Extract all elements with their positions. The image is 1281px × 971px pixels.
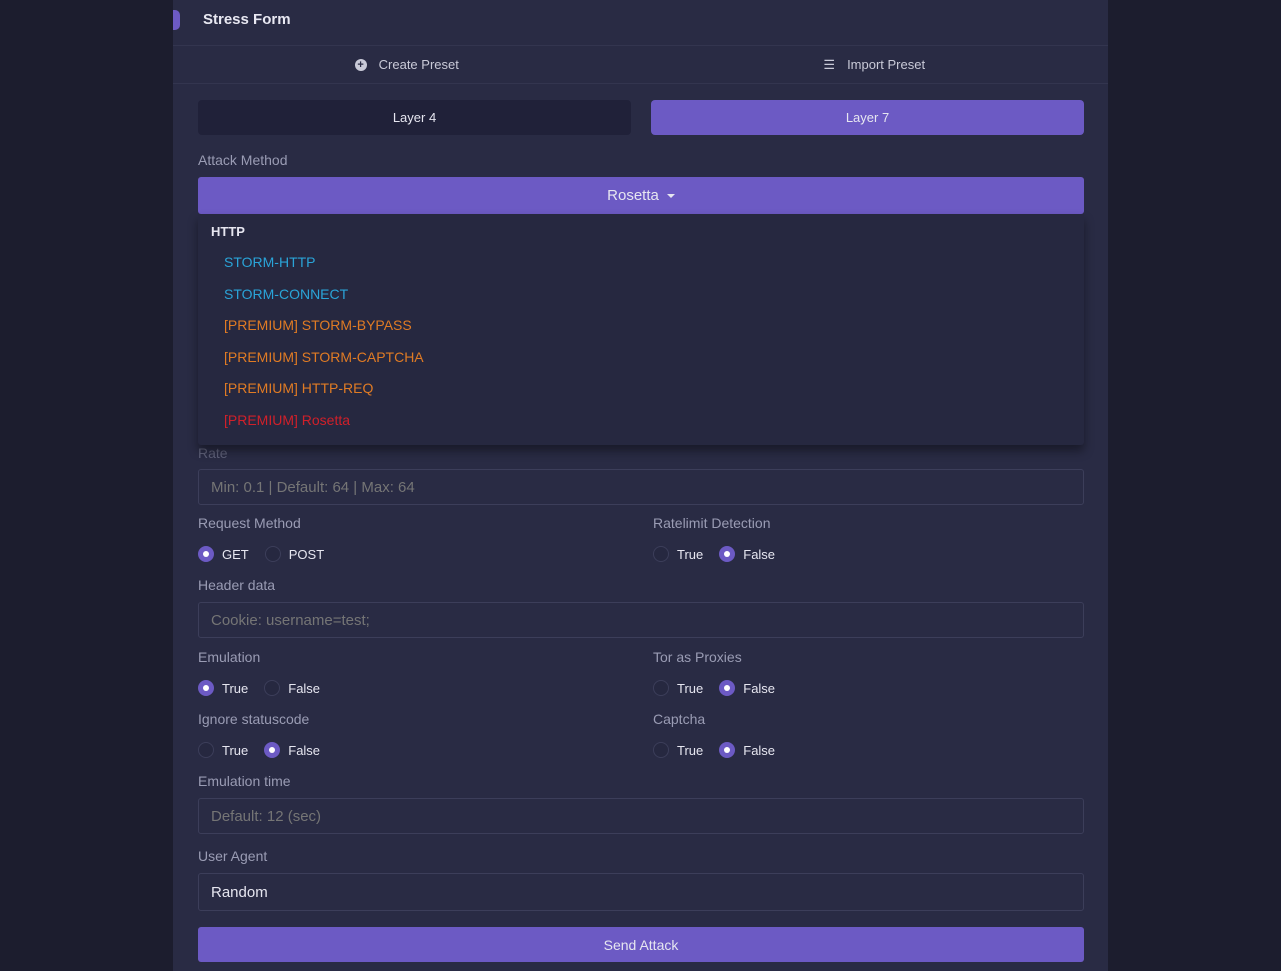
header-data-label: Header data	[198, 577, 276, 593]
radio-ratelimit-true[interactable]: True	[653, 546, 703, 562]
request-method-label: Request Method	[198, 515, 301, 531]
emulation-time-label: Emulation time	[198, 773, 291, 789]
radio-tor-true[interactable]: True	[653, 680, 703, 696]
emulation-time-input[interactable]	[198, 798, 1084, 834]
tab-layer-4[interactable]: Layer 4	[198, 100, 631, 135]
radio-ignore-true[interactable]: True	[198, 742, 248, 758]
radio-ratelimit-false[interactable]: False	[719, 546, 775, 562]
dropdown-option[interactable]: [PREMIUM] Rosetta	[224, 412, 350, 428]
user-agent-select[interactable]: Random	[198, 873, 1084, 911]
dropdown-option[interactable]: [PREMIUM] HTTP-REQ	[224, 380, 373, 396]
emulation-label: Emulation	[198, 649, 261, 665]
captcha-label: Captcha	[653, 711, 706, 727]
page-title: Stress Form	[203, 11, 291, 28]
ratelimit-label: Ratelimit Detection	[653, 515, 771, 531]
radio-ignore-false[interactable]: False	[264, 742, 320, 758]
dropdown-option[interactable]: STORM-HTTP	[224, 254, 316, 270]
rate-label: Rate	[198, 445, 228, 461]
tor-label: Tor as Proxies	[653, 649, 742, 665]
radio-emulation-false[interactable]: False	[264, 680, 320, 696]
radio-emulation-true[interactable]: True	[198, 680, 248, 696]
tab-layer-7[interactable]: Layer 7	[651, 100, 1084, 135]
attack-method-label: Attack Method	[198, 152, 288, 168]
send-attack-button[interactable]: Send Attack	[198, 927, 1084, 962]
layers-icon: ☰	[823, 56, 836, 72]
dropdown-option[interactable]: [PREMIUM] STORM-CAPTCHA	[224, 349, 424, 365]
plus-circle-icon: +	[354, 58, 367, 71]
attack-method-select[interactable]: Rosetta	[198, 177, 1084, 214]
radio-get[interactable]: GET	[198, 546, 249, 562]
radio-tor-false[interactable]: False	[719, 680, 775, 696]
attack-method-dropdown: HTTP STORM-HTTP STORM-CONNECT [PREMIUM] ST…	[198, 214, 1084, 445]
dropdown-option[interactable]: [PREMIUM] STORM-BYPASS	[224, 317, 412, 333]
rate-input[interactable]	[198, 469, 1084, 505]
radio-post[interactable]: POST	[264, 546, 324, 562]
stress-form-panel: Stress Form + Create Preset ☰ Import Prese…	[173, 0, 1108, 971]
header: Stress Form	[173, 0, 1108, 46]
dropdown-group-http: HTTP	[211, 224, 245, 239]
create-preset-button[interactable]: + Create Preset	[173, 46, 641, 83]
user-agent-label: User Agent	[198, 848, 268, 864]
accent-bar	[173, 10, 180, 30]
header-data-input[interactable]	[198, 602, 1084, 638]
radio-captcha-true[interactable]: True	[653, 742, 703, 758]
radio-captcha-false[interactable]: False	[719, 742, 775, 758]
ignore-statuscode-label: Ignore statuscode	[198, 711, 310, 727]
dropdown-option[interactable]: STORM-CONNECT	[224, 286, 348, 302]
caret-down-icon	[666, 193, 675, 198]
import-preset-button[interactable]: ☰ Import Preset	[641, 46, 1109, 83]
